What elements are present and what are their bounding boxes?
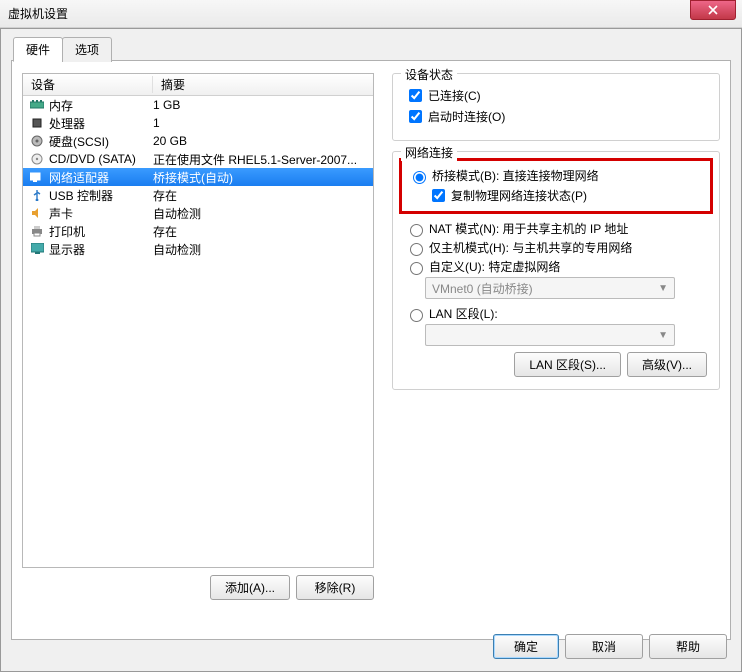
radio-hostonly-label: 仅主机模式(H): 与主机共享的专用网络 bbox=[429, 239, 632, 256]
help-button[interactable]: 帮助 bbox=[649, 634, 727, 659]
disk-icon bbox=[29, 133, 45, 149]
radio-bridged[interactable]: 桥接模式(B): 直接连接物理网络 bbox=[408, 167, 704, 184]
tab-options[interactable]: 选项 bbox=[62, 37, 112, 62]
window-close-button[interactable] bbox=[690, 0, 736, 20]
radio-bridged-input[interactable] bbox=[413, 171, 426, 184]
vmnet-select: VMnet0 (自动桥接) ▼ bbox=[425, 277, 675, 299]
highlight-annotation: 桥接模式(B): 直接连接物理网络 复制物理网络连接状态(P) bbox=[399, 158, 713, 214]
checkbox-replicate-state-label: 复制物理网络连接状态(P) bbox=[451, 187, 587, 204]
checkbox-connected-input[interactable] bbox=[409, 89, 422, 102]
advanced-button[interactable]: 高级(V)... bbox=[627, 352, 707, 377]
chevron-down-icon: ▼ bbox=[658, 330, 668, 341]
list-item-usb[interactable]: USB 控制器 存在 bbox=[23, 186, 373, 204]
checkbox-connect-at-poweron-input[interactable] bbox=[409, 110, 422, 123]
list-item-memory[interactable]: 内存 1 GB bbox=[23, 96, 373, 114]
checkbox-connected-label: 已连接(C) bbox=[428, 87, 481, 104]
radio-hostonly[interactable]: 仅主机模式(H): 与主机共享的专用网络 bbox=[405, 239, 707, 256]
sound-icon bbox=[29, 205, 45, 221]
radio-custom[interactable]: 自定义(U): 特定虚拟网络 bbox=[405, 258, 707, 275]
display-icon bbox=[29, 241, 45, 257]
radio-nat-label: NAT 模式(N): 用于共享主机的 IP 地址 bbox=[429, 220, 628, 237]
printer-icon bbox=[29, 223, 45, 239]
radio-hostonly-input[interactable] bbox=[410, 243, 423, 256]
device-value: 正在使用文件 RHEL5.1-Server-2007... bbox=[153, 151, 373, 168]
radio-lan-segment-label: LAN 区段(L): bbox=[429, 305, 498, 322]
cpu-icon bbox=[29, 115, 45, 131]
device-value: 自动检测 bbox=[153, 205, 373, 222]
radio-nat-input[interactable] bbox=[410, 224, 423, 237]
network-icon bbox=[29, 169, 45, 185]
tab-hardware[interactable]: 硬件 bbox=[13, 37, 63, 62]
device-name: 硬盘(SCSI) bbox=[49, 133, 153, 150]
list-item-display[interactable]: 显示器 自动检测 bbox=[23, 240, 373, 258]
checkbox-connect-at-poweron[interactable]: 启动时连接(O) bbox=[405, 107, 707, 126]
network-connection-group: 网络连接 桥接模式(B): 直接连接物理网络 复制物理网络连接状态(P) bbox=[392, 151, 720, 390]
column-header-summary[interactable]: 摘要 bbox=[153, 76, 373, 93]
device-value: 1 bbox=[153, 116, 373, 130]
lan-segments-button[interactable]: LAN 区段(S)... bbox=[514, 352, 621, 377]
radio-nat[interactable]: NAT 模式(N): 用于共享主机的 IP 地址 bbox=[405, 220, 707, 237]
checkbox-replicate-state[interactable]: 复制物理网络连接状态(P) bbox=[428, 186, 704, 205]
remove-device-button[interactable]: 移除(R) bbox=[296, 575, 374, 600]
chevron-down-icon: ▼ bbox=[658, 283, 668, 294]
device-name: 内存 bbox=[49, 97, 153, 114]
device-status-group: 设备状态 已连接(C) 启动时连接(O) bbox=[392, 73, 720, 141]
device-value: 桥接模式(自动) bbox=[153, 169, 373, 186]
device-list: 设备 摘要 内存 1 GB 处理器 1 硬盘(SCSI) 20 GB bbox=[22, 73, 374, 568]
radio-lan-segment-input[interactable] bbox=[410, 309, 423, 322]
device-name: USB 控制器 bbox=[49, 187, 153, 204]
column-header-device[interactable]: 设备 bbox=[23, 76, 153, 93]
device-name: 打印机 bbox=[49, 223, 153, 240]
device-name: 处理器 bbox=[49, 115, 153, 132]
memory-icon bbox=[29, 97, 45, 113]
device-name: 显示器 bbox=[49, 241, 153, 258]
device-value: 存在 bbox=[153, 223, 373, 240]
list-item-network[interactable]: 网络适配器 桥接模式(自动) bbox=[23, 168, 373, 186]
checkbox-connected[interactable]: 已连接(C) bbox=[405, 86, 707, 105]
checkbox-replicate-state-input[interactable] bbox=[432, 189, 445, 202]
vmnet-select-value: VMnet0 (自动桥接) bbox=[432, 280, 533, 297]
cancel-button[interactable]: 取消 bbox=[565, 634, 643, 659]
radio-custom-label: 自定义(U): 特定虚拟网络 bbox=[429, 258, 560, 275]
lan-segment-select: ▼ bbox=[425, 324, 675, 346]
list-item-sound[interactable]: 声卡 自动检测 bbox=[23, 204, 373, 222]
device-name: 声卡 bbox=[49, 205, 153, 222]
list-item-cpu[interactable]: 处理器 1 bbox=[23, 114, 373, 132]
radio-bridged-label: 桥接模式(B): 直接连接物理网络 bbox=[432, 167, 599, 184]
radio-custom-input[interactable] bbox=[410, 262, 423, 275]
add-device-button[interactable]: 添加(A)... bbox=[210, 575, 290, 600]
list-item-disk[interactable]: 硬盘(SCSI) 20 GB bbox=[23, 132, 373, 150]
device-name: 网络适配器 bbox=[49, 169, 153, 186]
radio-lan-segment[interactable]: LAN 区段(L): bbox=[405, 305, 707, 322]
usb-icon bbox=[29, 187, 45, 203]
group-title-status: 设备状态 bbox=[401, 66, 457, 83]
device-value: 自动检测 bbox=[153, 241, 373, 258]
device-value: 1 GB bbox=[153, 98, 373, 112]
cd-icon bbox=[29, 151, 45, 167]
checkbox-connect-at-poweron-label: 启动时连接(O) bbox=[428, 108, 505, 125]
device-value: 20 GB bbox=[153, 134, 373, 148]
list-item-printer[interactable]: 打印机 存在 bbox=[23, 222, 373, 240]
window-title: 虚拟机设置 bbox=[8, 5, 690, 22]
group-title-network: 网络连接 bbox=[401, 144, 457, 161]
list-item-cdrom[interactable]: CD/DVD (SATA) 正在使用文件 RHEL5.1-Server-2007… bbox=[23, 150, 373, 168]
ok-button[interactable]: 确定 bbox=[493, 634, 559, 659]
device-name: CD/DVD (SATA) bbox=[49, 152, 153, 166]
device-value: 存在 bbox=[153, 187, 373, 204]
